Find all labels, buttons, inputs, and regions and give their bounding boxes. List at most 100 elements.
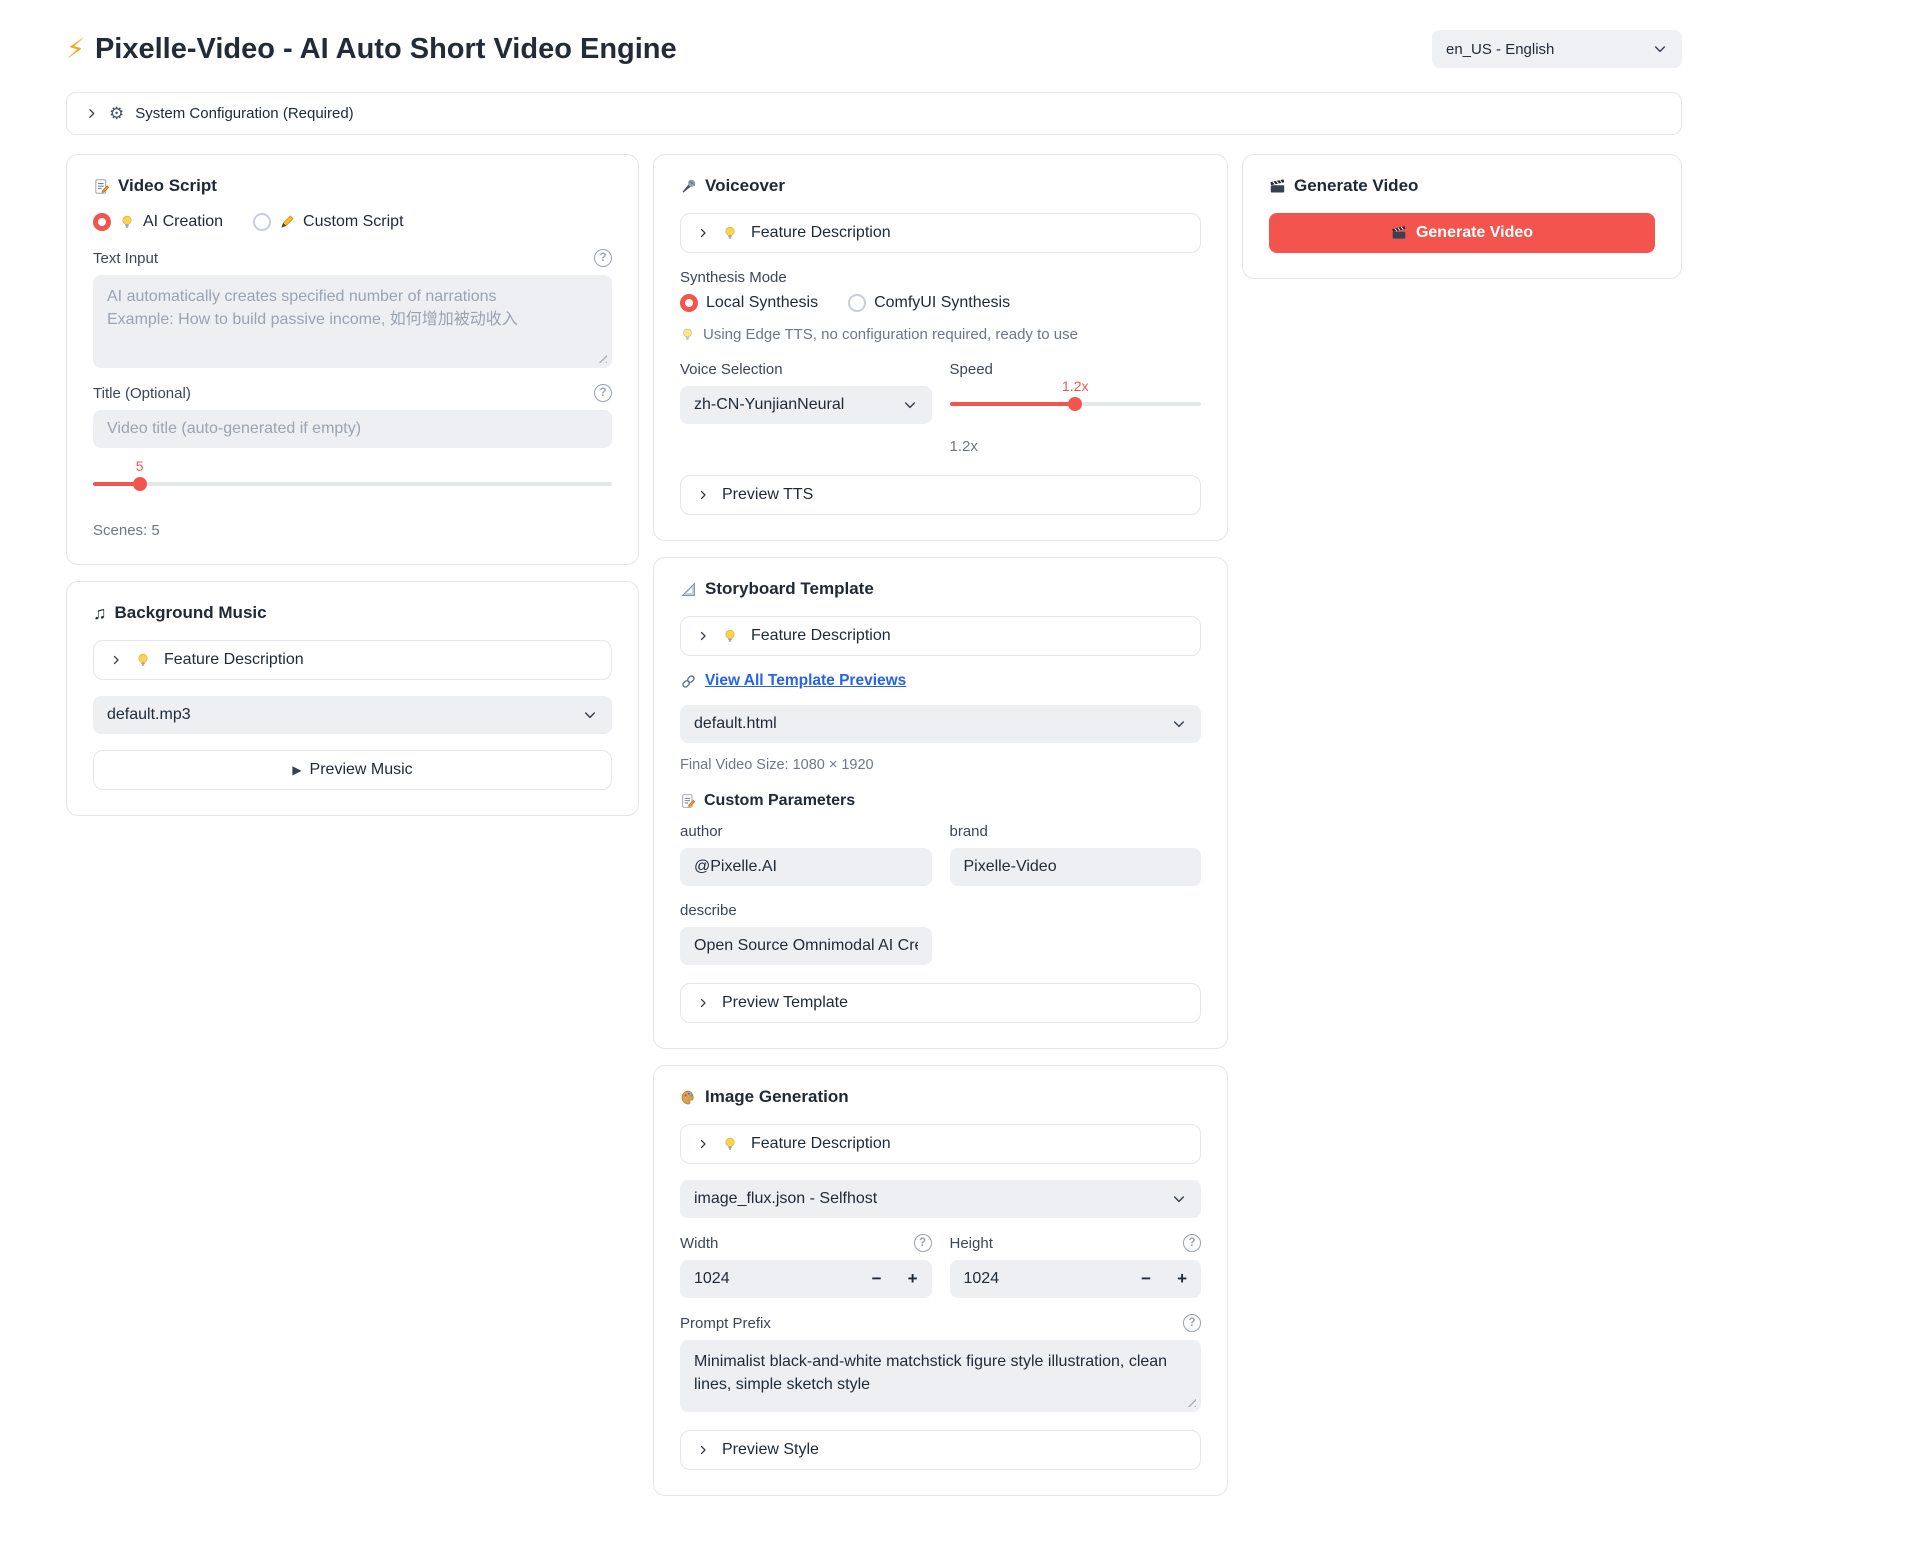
tts-info: Using Edge TTS, no configuration require…	[680, 326, 1201, 343]
workflow-dropdown[interactable]: image_flux.json - Selfhost	[680, 1180, 1201, 1218]
width-input[interactable]: 1024 − +	[680, 1260, 932, 1298]
chevron-right-icon	[697, 1444, 709, 1456]
help-icon[interactable]: ?	[594, 384, 612, 402]
radio-custom-script[interactable]: Custom Script	[253, 213, 403, 231]
decrement-button[interactable]: −	[872, 1269, 882, 1289]
scenes-slider-thumb[interactable]	[133, 477, 147, 491]
author-block: author	[680, 823, 932, 886]
radio-local-synthesis[interactable]: Local Synthesis	[680, 294, 818, 312]
language-dropdown[interactable]: en_US - English	[1432, 30, 1682, 68]
chevron-down-icon	[1171, 1191, 1187, 1207]
clapper-icon	[1391, 225, 1407, 241]
page: ⚡ Pixelle-Video - AI Auto Short Video En…	[66, 26, 1682, 1496]
feature-description-accordion[interactable]: Feature Description	[680, 616, 1201, 656]
view-all-templates-link[interactable]: View All Template Previews	[705, 672, 906, 690]
prompt-prefix-label-row: Prompt Prefix ?	[680, 1314, 1201, 1332]
speed-block: Speed 1.2x 1.2x	[950, 361, 1202, 455]
describe-input[interactable]	[680, 927, 932, 965]
preview-template-accordion[interactable]: Preview Template	[680, 983, 1201, 1023]
chevron-right-icon	[697, 489, 709, 501]
bulb-icon	[680, 327, 695, 342]
height-value: 1024	[964, 1270, 1000, 1288]
speed-label: Speed	[950, 361, 1202, 378]
language-value: en_US - English	[1446, 41, 1554, 58]
radio-selected-icon	[680, 294, 698, 312]
speed-caption: 1.2x	[950, 438, 1202, 455]
chevron-right-icon	[697, 630, 709, 642]
voice-dropdown[interactable]: zh-CN-YunjianNeural	[680, 386, 932, 424]
describe-label: describe	[680, 902, 932, 919]
generate-video-title: Generate Video	[1269, 176, 1655, 196]
system-config-accordion[interactable]: ⚙ System Configuration (Required)	[66, 92, 1682, 135]
generate-video-button[interactable]: Generate Video	[1269, 213, 1655, 253]
prompt-prefix-textarea[interactable]: Minimalist black-and-white matchstick fi…	[680, 1340, 1201, 1412]
writing-pen-icon	[279, 214, 295, 230]
feature-description-accordion[interactable]: Feature Description	[93, 640, 612, 680]
memo-icon	[93, 178, 110, 195]
describe-block: describe	[680, 902, 932, 965]
bulb-icon	[119, 214, 135, 230]
radio-ai-creation[interactable]: AI Creation	[93, 213, 223, 231]
increment-button[interactable]: +	[1177, 1269, 1187, 1289]
scenes-slider[interactable]: 5	[93, 482, 612, 486]
generate-video-card: Generate Video Generate Video	[1242, 154, 1682, 279]
preview-style-accordion[interactable]: Preview Style	[680, 1430, 1201, 1470]
radio-selected-icon	[93, 213, 111, 231]
music-file-value: default.mp3	[107, 706, 191, 724]
preview-tts-accordion[interactable]: Preview TTS	[680, 475, 1201, 515]
chevron-down-icon	[1171, 716, 1187, 732]
width-label-row: Width ?	[680, 1234, 932, 1252]
preview-music-button[interactable]: ▶ Preview Music	[93, 750, 612, 790]
prompt-prefix-wrap: Minimalist black-and-white matchstick fi…	[680, 1340, 1201, 1412]
memo-icon	[680, 793, 696, 809]
speed-slider-fill	[950, 402, 1076, 406]
radio-comfyui-synthesis[interactable]: ComfyUI Synthesis	[848, 294, 1010, 312]
music-notes-icon: ♫	[93, 604, 107, 622]
system-config-label: System Configuration (Required)	[135, 105, 353, 122]
storyboard-title: Storyboard Template	[680, 579, 1201, 599]
feature-description-accordion[interactable]: Feature Description	[680, 1124, 1201, 1164]
speed-slider-thumb[interactable]	[1068, 397, 1082, 411]
help-icon[interactable]: ?	[1183, 1234, 1201, 1252]
final-size-caption: Final Video Size: 1080 × 1920	[680, 757, 1201, 773]
decrement-button[interactable]: −	[1141, 1269, 1151, 1289]
video-title-input[interactable]	[93, 410, 612, 448]
template-dropdown[interactable]: default.html	[680, 705, 1201, 743]
author-input[interactable]	[680, 848, 932, 886]
play-icon: ▶	[292, 763, 301, 777]
page-title: ⚡ Pixelle-Video - AI Auto Short Video En…	[66, 33, 677, 66]
synthesis-mode-radios: Local Synthesis ComfyUI Synthesis	[680, 294, 1201, 312]
help-icon[interactable]: ?	[914, 1234, 932, 1252]
text-input-label-row: Text Input ?	[93, 249, 612, 267]
music-file-dropdown[interactable]: default.mp3	[93, 696, 612, 734]
speed-slider-value: 1.2x	[1062, 378, 1088, 394]
height-label-row: Height ?	[950, 1234, 1202, 1252]
main-grid: Video Script AI Creation	[66, 154, 1682, 1496]
column-right: Generate Video Generate Video	[1242, 154, 1682, 279]
bulb-icon	[135, 652, 151, 668]
scenes-caption: Scenes: 5	[93, 522, 612, 539]
brand-label: brand	[950, 823, 1202, 840]
feature-description-accordion[interactable]: Feature Description	[680, 213, 1201, 253]
voice-selection-block: Voice Selection zh-CN-YunjianNeural	[680, 361, 932, 455]
background-music-card: ♫ Background Music Feature Description d…	[66, 581, 639, 816]
template-previews-link-row: View All Template Previews	[680, 672, 1201, 690]
triangle-ruler-icon	[680, 581, 697, 598]
help-icon[interactable]: ?	[1183, 1314, 1201, 1332]
brand-input[interactable]	[950, 848, 1202, 886]
image-generation-card: Image Generation Feature Description ima…	[653, 1065, 1228, 1496]
increment-button[interactable]: +	[908, 1269, 918, 1289]
image-generation-title: Image Generation	[680, 1087, 1201, 1107]
video-script-card: Video Script AI Creation	[66, 154, 639, 565]
custom-parameters-title: Custom Parameters	[680, 792, 1201, 810]
palette-icon	[680, 1089, 697, 1106]
height-block: Height ? 1024 − +	[950, 1234, 1202, 1298]
text-input-textarea[interactable]	[93, 275, 612, 368]
help-icon[interactable]: ?	[594, 249, 612, 267]
author-brand-row: author brand	[680, 823, 1201, 886]
chevron-right-icon	[697, 1138, 709, 1150]
header: ⚡ Pixelle-Video - AI Auto Short Video En…	[66, 26, 1682, 72]
gear-icon: ⚙	[109, 105, 124, 122]
speed-slider[interactable]: 1.2x	[950, 402, 1202, 406]
height-input[interactable]: 1024 − +	[950, 1260, 1202, 1298]
